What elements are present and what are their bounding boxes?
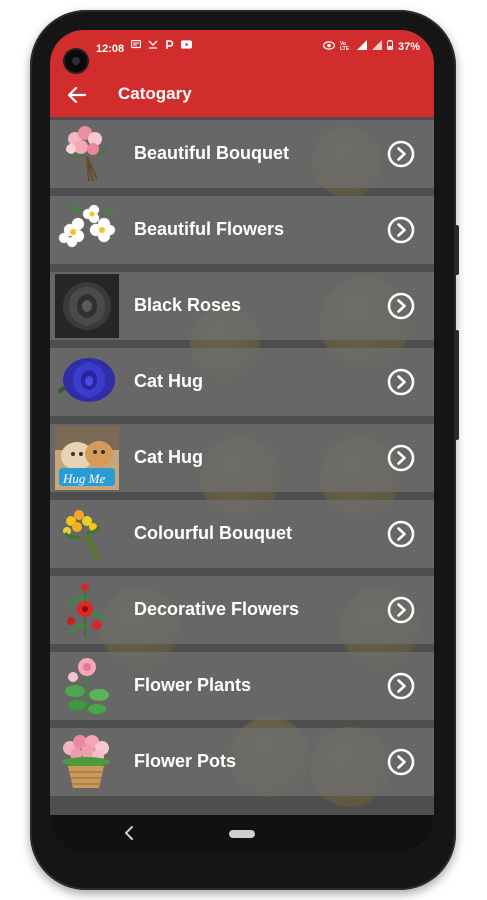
category-label: Black Roses: [134, 295, 242, 315]
battery-percent: 37%: [397, 40, 420, 53]
chevron-right-circle-icon[interactable]: [387, 292, 415, 320]
youtube-icon: [181, 40, 192, 49]
volte-icon: Vo LTE: [340, 40, 352, 53]
app-bar: 12:08 Vo LTE 37% Catogary: [50, 30, 434, 117]
chevron-right-circle-icon[interactable]: [387, 140, 415, 168]
chevron-right-circle-icon[interactable]: [387, 368, 415, 396]
list-item[interactable]: Hug Me Cat Hug: [50, 424, 434, 492]
category-label: Cat Hug: [134, 371, 203, 391]
flower-plant-icon: [55, 654, 119, 718]
flower-pot-icon: [55, 730, 119, 794]
system-icons: Vo LTE 37%: [322, 40, 420, 53]
bouquet-icon: [55, 502, 119, 566]
list-item[interactable]: Black Roses: [50, 272, 434, 340]
status-bar: 12:08 Vo LTE 37%: [50, 30, 434, 58]
chevron-right-circle-icon[interactable]: [387, 216, 415, 244]
category-label: Flower Pots: [134, 751, 237, 771]
category-list-area: Beautiful Bouquet Beautiful Flowers Blac…: [50, 117, 434, 815]
status-time: 12:08: [96, 43, 125, 55]
nav-back-icon[interactable]: [122, 824, 138, 842]
list-item[interactable]: Flower Pots: [50, 728, 434, 796]
category-label: Decorative Flowers: [134, 599, 300, 619]
red-flowers-icon: [55, 578, 119, 642]
category-label: Beautiful Flowers: [134, 219, 285, 239]
list-item[interactable]: Beautiful Flowers: [50, 196, 434, 264]
cat-hug-icon: Hug Me: [55, 426, 119, 490]
chevron-right-circle-icon[interactable]: [387, 672, 415, 700]
battery-icon: [386, 40, 393, 53]
front-camera: [65, 50, 87, 72]
svg-text:LTE: LTE: [340, 46, 350, 50]
volume-button: [455, 225, 459, 275]
page-title: Catogary: [118, 84, 192, 103]
list-item[interactable]: Decorative Flowers: [50, 576, 434, 644]
bouquet-icon: [55, 122, 119, 186]
nav-home-pill-icon[interactable]: [229, 830, 255, 838]
missed-call-icon: [147, 40, 158, 49]
chevron-right-circle-icon[interactable]: [387, 596, 415, 624]
blue-rose-icon: [55, 350, 119, 414]
signal-icon: [356, 40, 367, 53]
chevron-right-circle-icon[interactable]: [387, 520, 415, 548]
power-button: [455, 330, 459, 440]
eye-icon: [322, 40, 336, 53]
list-item[interactable]: Colourful Bouquet: [50, 500, 434, 568]
chevron-right-circle-icon[interactable]: [387, 748, 415, 776]
phone-screen: 12:08 Vo LTE 37% Catogary Beautiful Bouq…: [50, 30, 434, 852]
category-label: Beautiful Bouquet: [134, 143, 289, 163]
system-nav-bar: [50, 815, 434, 852]
toolbar: Catogary: [50, 78, 434, 114]
list-item[interactable]: Cat Hug: [50, 348, 434, 416]
signal-icon: [371, 40, 382, 53]
hug-me-badge: Hug Me: [63, 471, 106, 486]
notification-icons: [130, 39, 192, 49]
back-button[interactable]: [64, 82, 90, 108]
message-icon: [130, 40, 141, 49]
flowers-icon: [55, 198, 119, 262]
category-label: Cat Hug: [134, 447, 203, 467]
category-label: Flower Plants: [134, 675, 252, 695]
paytm-icon: [164, 39, 175, 49]
list-item[interactable]: Beautiful Bouquet: [50, 120, 434, 188]
category-label: Colourful Bouquet: [134, 523, 292, 543]
black-rose-icon: [55, 274, 119, 338]
list-item[interactable]: Flower Plants: [50, 652, 434, 720]
arrow-left-icon: [68, 87, 86, 103]
chevron-right-circle-icon[interactable]: [387, 444, 415, 472]
